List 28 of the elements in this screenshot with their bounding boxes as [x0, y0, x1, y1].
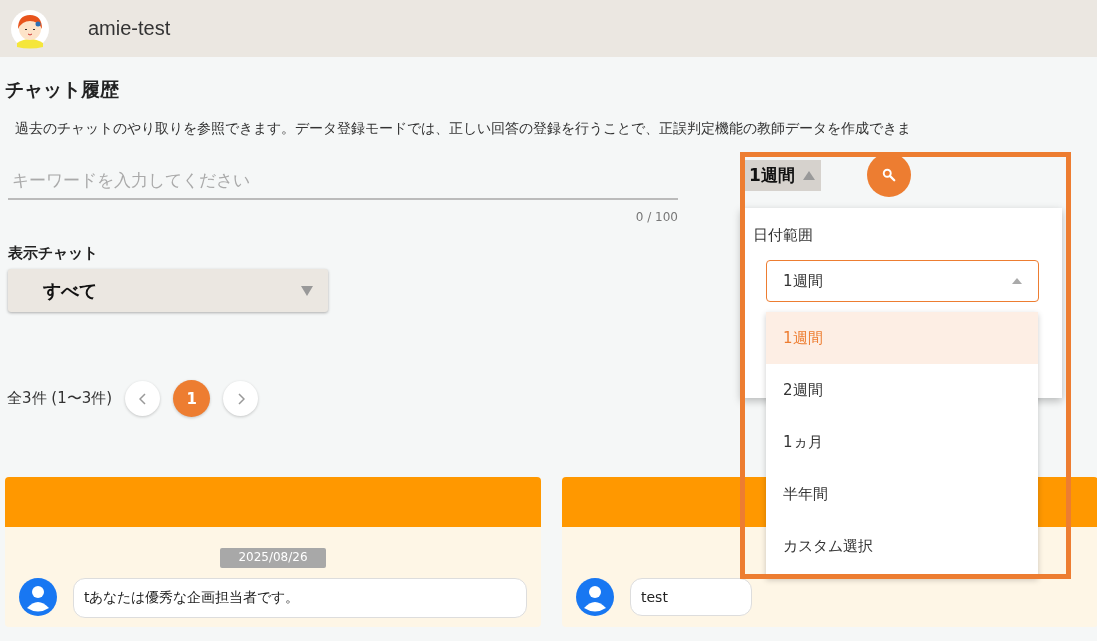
chevron-right-icon	[236, 392, 245, 405]
chat-filter-select[interactable]: すべて	[8, 269, 328, 312]
dropdown-option[interactable]: カスタム選択	[766, 520, 1038, 572]
keyword-field[interactable]: キーワードを入力してください	[8, 156, 678, 200]
previous-page-button[interactable]	[125, 381, 161, 416]
caret-icon	[802, 171, 815, 180]
character-counter: 0 / 100	[635, 210, 678, 224]
dropdown-option[interactable]: 半年間	[766, 468, 1038, 520]
message-bubble: tあなたは優秀な企画担当者です。	[73, 578, 527, 618]
dropdown-option[interactable]: 1ヵ月	[766, 416, 1038, 468]
filter-label: 表示チャット	[8, 244, 99, 263]
page-title: チャット履歴	[5, 77, 120, 102]
page-description: 過去のチャットのやり取りを参照できます。データ登録モードでは、正しい回答の登録を行うことで、正誤判定機能の教師データを作成できま	[15, 119, 912, 138]
app-title: amie-test	[88, 17, 171, 40]
user-avatar-icon	[19, 578, 57, 616]
search-icon	[881, 168, 896, 182]
caret-icon	[1012, 278, 1022, 284]
result-summary: 全3件 (1〜3件)	[7, 389, 113, 408]
dropdown-triangle-icon	[301, 285, 313, 296]
chevron-left-icon	[138, 392, 147, 405]
next-page-button[interactable]	[223, 381, 259, 416]
dropdown-option[interactable]: 2週間	[766, 364, 1038, 416]
cartoon-mascot-icon	[10, 8, 50, 49]
date-range-label: 日付範囲	[753, 226, 814, 245]
date-range-select[interactable]: 1週間	[766, 260, 1039, 302]
chat-date: 2025/08/26	[220, 548, 326, 568]
user-avatar-icon	[576, 578, 614, 616]
message-bubble: test	[630, 578, 752, 616]
